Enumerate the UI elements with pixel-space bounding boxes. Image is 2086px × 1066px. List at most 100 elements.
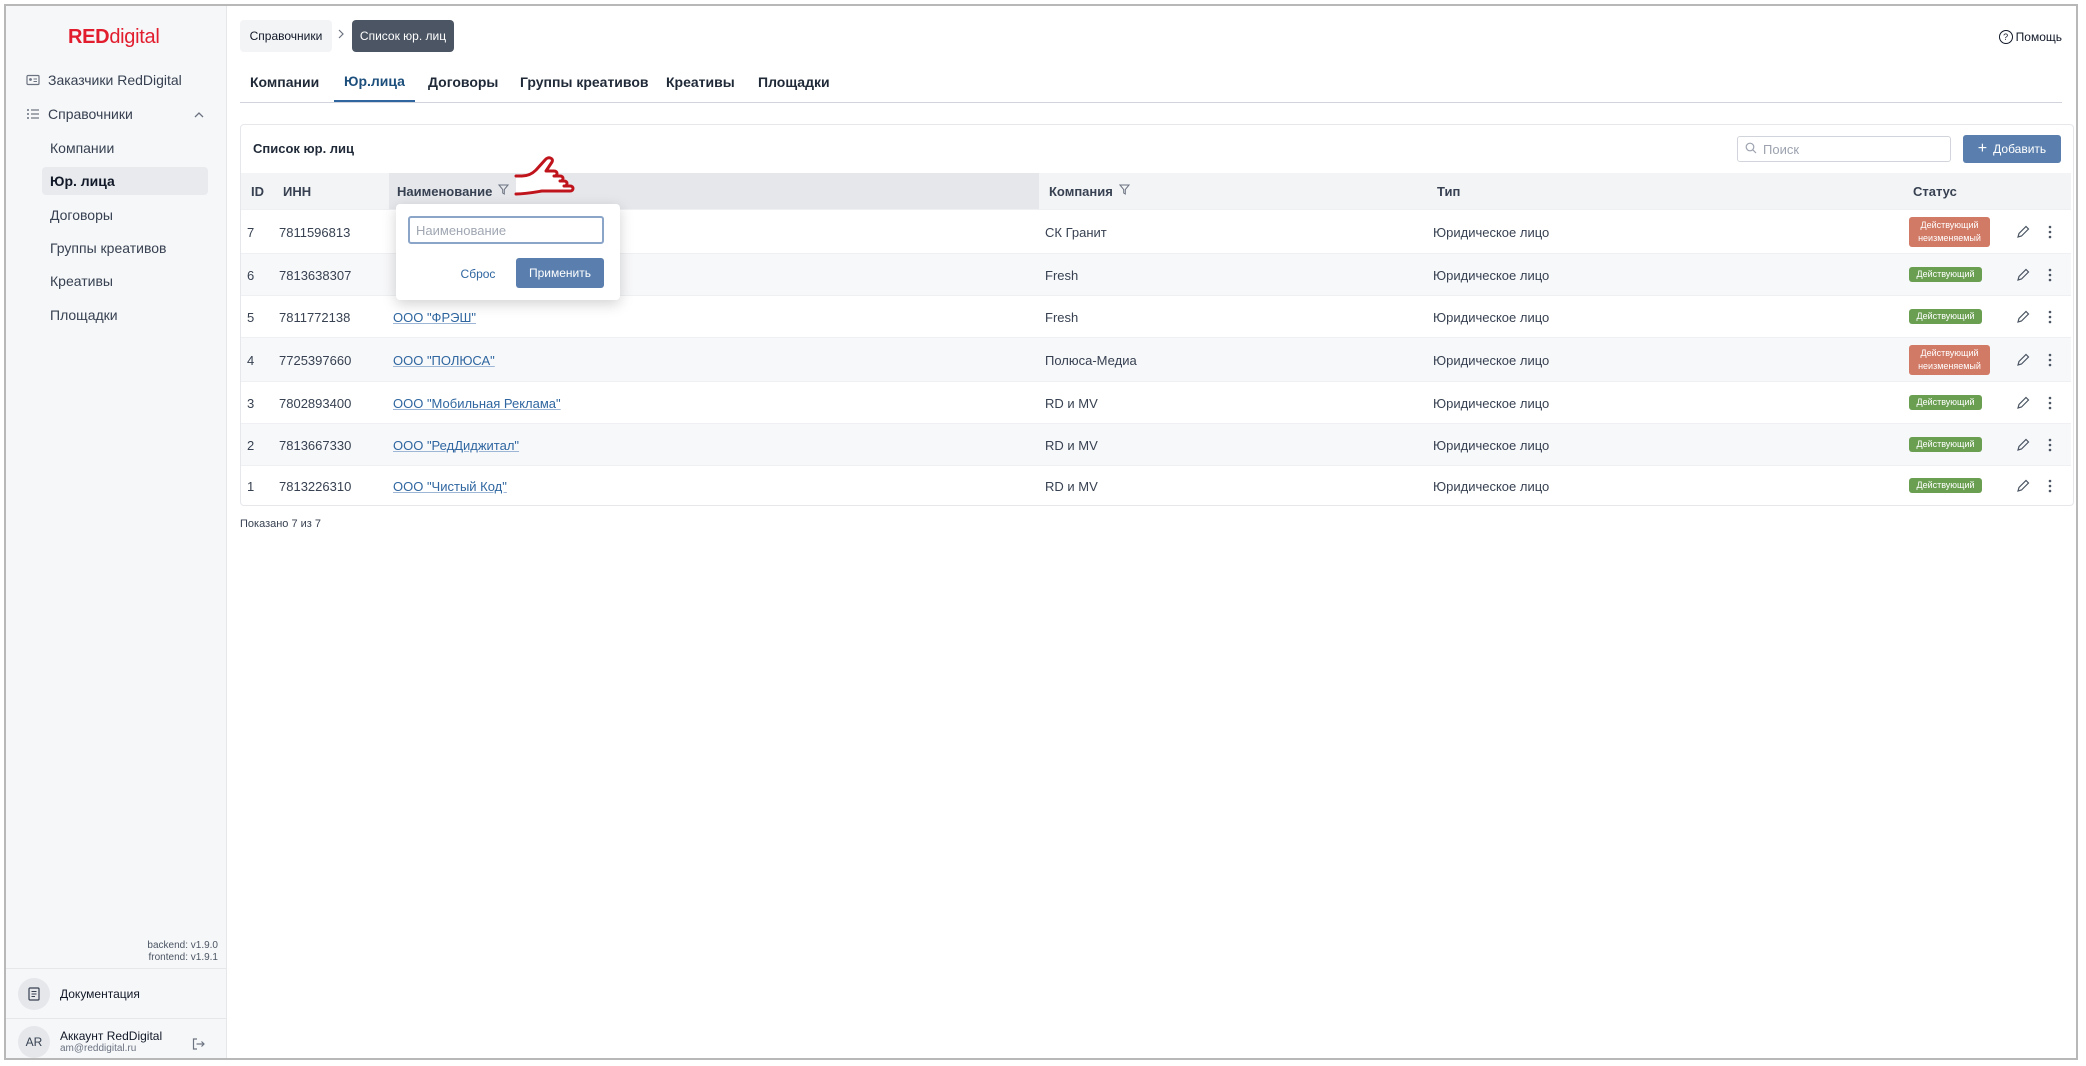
tab-contracts[interactable]: Договоры — [418, 62, 508, 102]
status-badge: Действующий неизменяемый — [1909, 345, 1990, 375]
sidebar-item-creative-groups[interactable]: Группы креативов — [42, 234, 208, 262]
cell-company: Fresh — [1045, 267, 1079, 283]
cell-type: Юридическое лицо — [1433, 478, 1550, 494]
name-filter-input[interactable] — [408, 216, 604, 244]
table-row[interactable]: 3 7802893400 ООО "Мобильная Реклама" RD … — [241, 381, 2071, 424]
documentation-link[interactable]: Документация — [18, 976, 140, 1012]
card-title: Список юр. лиц — [253, 141, 355, 156]
cell-type: Юридическое лицо — [1433, 224, 1550, 240]
records-count: Показано 7 из 7 — [240, 518, 322, 530]
cell-company: RD и MV — [1045, 478, 1098, 494]
tab-bar: Компании Юр.лица Договоры Группы креатив… — [240, 62, 2062, 103]
cell-id: 4 — [247, 352, 255, 368]
more-vertical-icon[interactable] — [2047, 224, 2053, 240]
name-link[interactable]: ООО "ФРЭШ" — [393, 310, 476, 325]
column-status[interactable]: Статус — [1913, 173, 1957, 209]
pencil-icon[interactable] — [2015, 395, 2031, 411]
column-company[interactable]: Компания — [1049, 173, 1130, 209]
table-row[interactable]: 5 7811772138 ООО "ФРЭШ" Fresh Юридическо… — [241, 295, 2071, 338]
search-icon — [1745, 142, 1757, 157]
pencil-icon[interactable] — [2015, 267, 2031, 283]
help-link[interactable]: ? Помощь — [1998, 30, 2062, 44]
tab-legal-entities[interactable]: Юр.лица — [334, 62, 415, 102]
cell-name[interactable]: ООО "РедДиджитал" — [393, 424, 519, 466]
add-button[interactable]: + Добавить — [1963, 135, 2061, 163]
status-badge: Действующий неизменяемый — [1909, 217, 1990, 247]
cell-inn: 7802893400 — [279, 395, 352, 411]
id-card-icon — [24, 74, 42, 86]
sidebar-item-references[interactable]: Справочники — [24, 100, 204, 128]
chevron-up-icon[interactable] — [194, 107, 204, 121]
column-name-label: Наименование — [397, 183, 493, 199]
sidebar-item-contracts[interactable]: Договоры — [42, 201, 208, 229]
cell-id: 7 — [247, 224, 255, 240]
tab-creative-groups[interactable]: Группы креативов — [510, 62, 659, 102]
column-inn[interactable]: ИНН — [283, 173, 311, 209]
cell-inn: 7811596813 — [279, 224, 351, 240]
divider — [6, 1018, 226, 1019]
name-link[interactable]: ООО "Чистый Код" — [393, 479, 507, 494]
tab-placements[interactable]: Площадки — [748, 62, 840, 102]
pencil-icon[interactable] — [2015, 224, 2031, 240]
sidebar-item-label: Заказчики RedDigital — [48, 72, 182, 88]
cell-id: 2 — [247, 437, 255, 453]
table-row[interactable]: 2 7813667330 ООО "РедДиджитал" RD и MV Ю… — [241, 423, 2071, 466]
more-vertical-icon[interactable] — [2047, 395, 2053, 411]
cell-name[interactable]: ООО "Чистый Код" — [393, 466, 507, 506]
more-vertical-icon[interactable] — [2047, 309, 2053, 325]
question-icon: ? — [1998, 30, 2013, 44]
name-link[interactable]: ООО "Мобильная Реклама" — [393, 396, 561, 411]
pencil-icon[interactable] — [2015, 352, 2031, 368]
tab-creatives[interactable]: Креативы — [656, 62, 745, 102]
cell-name[interactable]: ООО "Мобильная Реклама" — [393, 382, 561, 424]
logo[interactable]: REDdigital — [68, 26, 160, 49]
cell-company: Полюса-Медиа — [1045, 352, 1137, 368]
more-vertical-icon[interactable] — [2047, 267, 2053, 283]
account-info[interactable]: AR Аккаунт RedDigital am@reddigital.ru — [18, 1024, 162, 1058]
more-vertical-icon[interactable] — [2047, 352, 2053, 368]
column-type[interactable]: Тип — [1437, 173, 1460, 209]
cell-name[interactable]: ООО "ФРЭШ" — [393, 296, 476, 338]
tab-companies[interactable]: Компании — [240, 62, 329, 102]
cell-company: RD и MV — [1045, 395, 1098, 411]
reset-button[interactable]: Сброс — [452, 260, 504, 288]
logout-icon[interactable] — [192, 1038, 205, 1053]
account-email: am@reddigital.ru — [60, 1042, 137, 1054]
cell-type: Юридическое лицо — [1433, 352, 1550, 368]
documentation-label: Документация — [60, 987, 140, 1001]
sidebar-item-creatives[interactable]: Креативы — [42, 267, 208, 295]
cell-type: Юридическое лицо — [1433, 395, 1550, 411]
status-line2: неизменяемый — [1918, 233, 1981, 243]
cell-id: 3 — [247, 395, 255, 411]
filter-icon[interactable] — [498, 184, 510, 198]
sidebar-item-customers[interactable]: Заказчики RedDigital — [24, 66, 182, 94]
pencil-icon[interactable] — [2015, 478, 2031, 494]
sidebar-item-legal-entities[interactable]: Юр. лица — [42, 167, 208, 195]
table-row[interactable]: 1 7813226310 ООО "Чистый Код" RD и MV Юр… — [241, 465, 2071, 506]
breadcrumb-root[interactable]: Справочники — [240, 20, 332, 52]
sidebar-item-placements[interactable]: Площадки — [42, 301, 208, 329]
status-badge: Действующий — [1909, 267, 1982, 282]
pencil-icon[interactable] — [2015, 309, 2031, 325]
column-id[interactable]: ID — [251, 173, 264, 209]
chevron-right-icon — [338, 28, 344, 42]
help-label: Помощь — [2015, 30, 2062, 44]
more-vertical-icon[interactable] — [2047, 478, 2053, 494]
filter-icon[interactable] — [1118, 184, 1130, 198]
cell-inn: 7813667330 — [279, 437, 352, 453]
table-row[interactable]: 4 7725397660 ООО "ПОЛЮСА" Полюса-Медиа Ю… — [241, 337, 2071, 382]
search-box[interactable] — [1737, 136, 1951, 162]
sidebar-item-label: Справочники — [48, 106, 133, 122]
status-badge: Действующий — [1909, 437, 1982, 452]
more-vertical-icon[interactable] — [2047, 437, 2053, 453]
name-link[interactable]: ООО "РедДиджитал" — [393, 438, 519, 453]
cell-inn: 7813226310 — [279, 478, 352, 494]
status-line1: Действующий — [1920, 348, 1979, 358]
add-button-label: Добавить — [1993, 142, 2047, 156]
name-link[interactable]: ООО "ПОЛЮСА" — [393, 353, 495, 368]
search-input[interactable] — [1761, 140, 1935, 158]
apply-button[interactable]: Применить — [516, 258, 604, 288]
pencil-icon[interactable] — [2015, 437, 2031, 453]
sidebar-item-companies[interactable]: Компании — [42, 134, 208, 162]
cell-name[interactable]: ООО "ПОЛЮСА" — [393, 338, 495, 382]
